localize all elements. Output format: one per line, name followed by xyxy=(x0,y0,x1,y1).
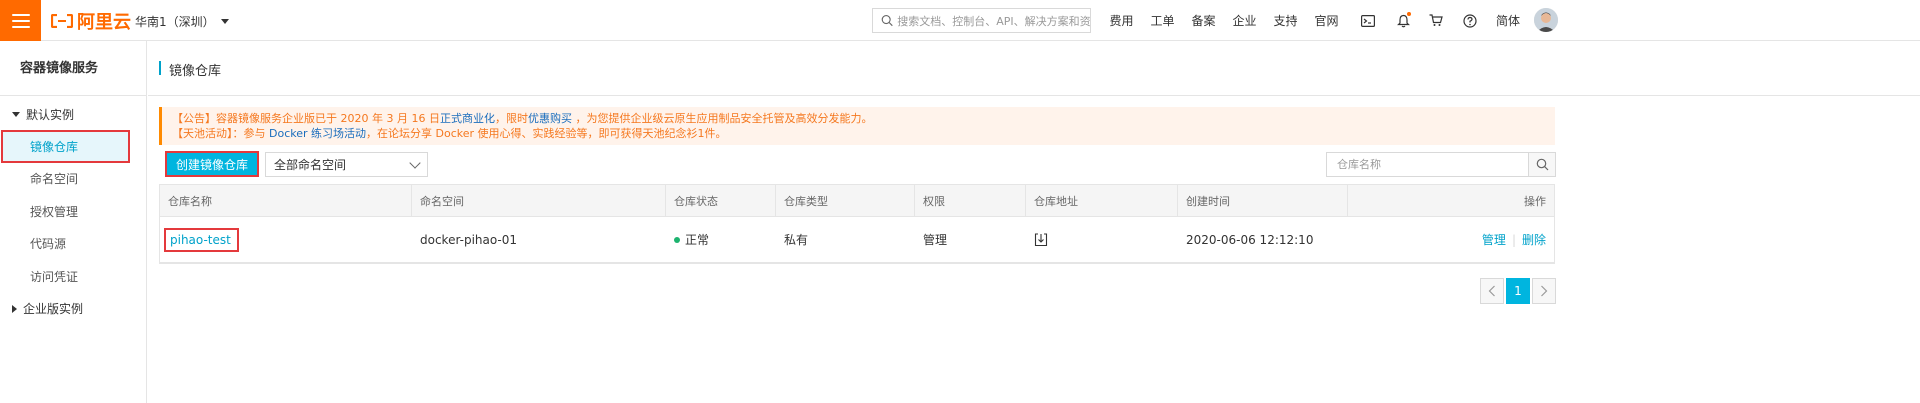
sidebar-item-access-credentials[interactable]: 访问凭证 xyxy=(0,260,146,293)
logo-text: 阿里云 xyxy=(77,12,131,33)
table-header: 仓库名称 命名空间 仓库状态 仓库类型 权限 仓库地址 创建时间 操作 xyxy=(160,185,1554,217)
avatar[interactable] xyxy=(1534,8,1558,32)
page-title: 镜像仓库 xyxy=(169,64,222,79)
cell-actions: 管理 | 删除 xyxy=(1348,217,1554,262)
sidebar-item-namespaces[interactable]: 命名空间 xyxy=(0,163,146,196)
pagination: 1 xyxy=(1480,278,1556,304)
sidebar-item-image-repos[interactable]: 镜像仓库 xyxy=(1,130,130,163)
download-address-icon[interactable] xyxy=(1034,232,1048,247)
col-permission: 权限 xyxy=(915,185,1026,216)
search-icon xyxy=(1536,158,1548,171)
sidebar-item-label: 命名空间 xyxy=(30,172,79,187)
cell-created: 2020-06-06 12:12:10 xyxy=(1186,232,1314,247)
col-namespace: 命名空间 xyxy=(412,185,666,216)
cell-namespace: docker-pihao-01 xyxy=(420,232,518,247)
namespace-select-value: 全部命名空间 xyxy=(274,158,347,172)
namespace-select[interactable]: 全部命名空间 xyxy=(265,152,428,177)
page-button-current[interactable]: 1 xyxy=(1506,278,1530,304)
col-created: 创建时间 xyxy=(1178,185,1348,216)
region-label: 华南1（深圳） xyxy=(135,15,215,29)
announcement-text: ，在论坛分享 Docker 使用心得、实践经验等，即可获得天池纪念衫1件。 xyxy=(366,127,727,140)
title-accent-bar xyxy=(159,61,161,75)
search-icon xyxy=(881,15,893,27)
cell-status: 正常 xyxy=(666,217,776,262)
sidebar-item-label: 代码源 xyxy=(30,237,67,252)
nav-support[interactable]: 支持 xyxy=(1265,0,1306,41)
nav-official-site[interactable]: 官网 xyxy=(1306,0,1347,41)
nav-enterprise[interactable]: 企业 xyxy=(1224,0,1265,41)
caret-down-icon xyxy=(220,19,229,24)
delete-link[interactable]: 删除 xyxy=(1522,231,1546,248)
sidebar-group-default-instance[interactable]: 默认实例 xyxy=(0,98,146,130)
manage-link[interactable]: 管理 xyxy=(1482,231,1506,248)
top-nav-links: 费用 工单 备案 企业 支持 官网 简体 xyxy=(1101,0,1530,41)
sidebar: 容器镜像服务 默认实例 镜像仓库 命名空间 授权管理 代码源 访问凭证 企业版实… xyxy=(0,41,147,403)
global-search-placeholder: 搜索文档、控制台、API、解决方案和资源 xyxy=(897,14,1090,28)
col-address: 仓库地址 xyxy=(1026,185,1178,216)
chevron-left-icon xyxy=(1488,285,1495,297)
col-status: 仓库状态 xyxy=(666,185,776,216)
nav-tickets[interactable]: 工单 xyxy=(1142,0,1183,41)
bell-icon[interactable] xyxy=(1388,0,1418,41)
action-separator: | xyxy=(1511,232,1516,247)
status-text: 正常 xyxy=(685,233,710,247)
chevron-right-icon xyxy=(1541,285,1548,297)
announcement-banner: 【公告】容器镜像服务企业版已于 2020 年 3 月 16 日正式商业化，限时优… xyxy=(159,107,1555,145)
commercial-link[interactable]: 正式商业化 xyxy=(440,112,495,125)
sidebar-item-label: 访问凭证 xyxy=(30,269,79,284)
announcement-text: ，为您提供企业级云原生应用制品安全托管及高效分发能力。 xyxy=(571,112,873,125)
sidebar-item-label: 镜像仓库 xyxy=(30,139,79,154)
announcement-line-1: 【公告】容器镜像服务企业版已于 2020 年 3 月 16 日正式商业化，限时优… xyxy=(172,111,1555,126)
repo-search-input[interactable] xyxy=(1327,153,1528,176)
announcement-text: 【天池活动】：参与 xyxy=(172,127,269,140)
table-row: pihao-test docker-pihao-01 正常 私有 管理 2020… xyxy=(160,217,1554,263)
page-header: 镜像仓库 xyxy=(148,41,1920,96)
announcement-text: ，限时 xyxy=(494,112,528,125)
cell-address xyxy=(1026,217,1178,262)
language-switch[interactable]: 简体 xyxy=(1486,0,1530,41)
sidebar-group-label: 企业版实例 xyxy=(23,302,84,316)
global-search-input[interactable]: 搜索文档、控制台、API、解决方案和资源 xyxy=(872,8,1091,33)
sidebar-item-authorization[interactable]: 授权管理 xyxy=(0,195,146,228)
triangle-down-icon xyxy=(12,111,20,117)
sidebar-group-enterprise-instance[interactable]: 企业版实例 xyxy=(0,293,146,325)
cell-permission: 管理 xyxy=(923,233,948,247)
chevron-down-icon xyxy=(409,156,421,169)
prev-page-button[interactable] xyxy=(1480,278,1504,304)
status-dot-icon xyxy=(674,236,680,243)
col-actions: 操作 xyxy=(1524,194,1546,208)
hamburger-menu-icon[interactable] xyxy=(0,0,41,41)
nav-icp[interactable]: 备案 xyxy=(1183,0,1224,41)
aliyun-logo[interactable]: 阿里云 xyxy=(51,9,131,33)
announcement-text: 【公告】容器镜像服务企业版已于 2020 年 3 月 16 日 xyxy=(172,112,440,125)
sidebar-title: 容器镜像服务 xyxy=(0,41,146,96)
cart-icon[interactable] xyxy=(1418,0,1454,41)
triangle-right-icon xyxy=(12,304,17,313)
col-repo-name: 仓库名称 xyxy=(160,185,412,216)
terminal-icon[interactable] xyxy=(1347,0,1388,41)
sidebar-group-label: 默认实例 xyxy=(26,107,75,122)
repo-name-link[interactable]: pihao-test xyxy=(164,227,239,252)
docker-playground-link[interactable]: Docker 练习场活动 xyxy=(269,127,366,140)
notification-dot xyxy=(1407,12,1411,16)
create-repo-button[interactable]: 创建镜像仓库 xyxy=(165,151,259,177)
nav-fees[interactable]: 费用 xyxy=(1101,0,1142,41)
col-type: 仓库类型 xyxy=(776,185,915,216)
region-selector[interactable]: 华南1（深圳） xyxy=(135,13,229,30)
repo-search xyxy=(1326,152,1556,177)
top-navigation-bar: 阿里云 华南1（深圳） 搜索文档、控制台、API、解决方案和资源 费用 工单 备… xyxy=(0,0,1920,41)
repo-table: 仓库名称 命名空间 仓库状态 仓库类型 权限 仓库地址 创建时间 操作 piha… xyxy=(159,184,1555,264)
cell-type: 私有 xyxy=(784,233,809,247)
aliyun-logo-icon xyxy=(51,14,73,28)
discount-purchase-link[interactable]: 优惠购买 xyxy=(528,112,572,125)
repo-search-button[interactable] xyxy=(1528,153,1555,176)
next-page-button[interactable] xyxy=(1532,278,1556,304)
sidebar-item-label: 授权管理 xyxy=(30,204,79,219)
help-icon[interactable] xyxy=(1454,0,1486,41)
announcement-line-2: 【天池活动】：参与 Docker 练习场活动，在论坛分享 Docker 使用心得… xyxy=(172,126,1555,141)
sidebar-item-code-source[interactable]: 代码源 xyxy=(0,228,146,261)
cell-repo-name: pihao-test xyxy=(160,217,412,262)
